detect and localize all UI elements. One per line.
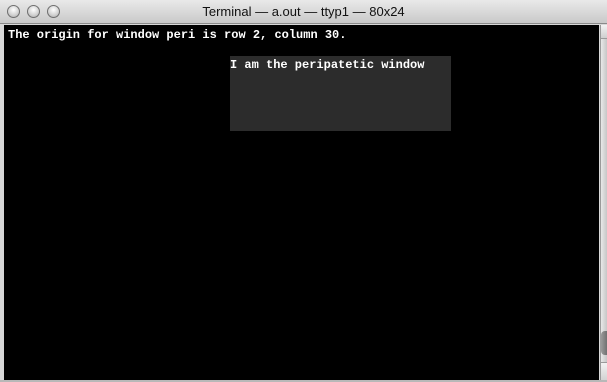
terminal-line: The origin for window peri is row 2, col… xyxy=(8,28,347,42)
title-bar[interactable]: Terminal — a.out — ttyp1 — 80x24 xyxy=(0,0,607,24)
terminal-window: Terminal — a.out — ttyp1 — 80x24 The ori… xyxy=(0,0,607,382)
subwindow-text: I am the peripatetic window xyxy=(230,58,425,72)
scroll-up-arrow-icon[interactable] xyxy=(601,25,607,39)
vertical-scrollbar[interactable] xyxy=(600,25,607,382)
peripatetic-subwindow: I am the peripatetic window xyxy=(230,56,451,131)
scroll-thumb[interactable] xyxy=(601,331,607,355)
scroll-down-arrow-icon[interactable] xyxy=(601,362,607,382)
terminal-output-area[interactable]: The origin for window peri is row 2, col… xyxy=(4,25,599,382)
window-title: Terminal — a.out — ttyp1 — 80x24 xyxy=(202,4,405,19)
